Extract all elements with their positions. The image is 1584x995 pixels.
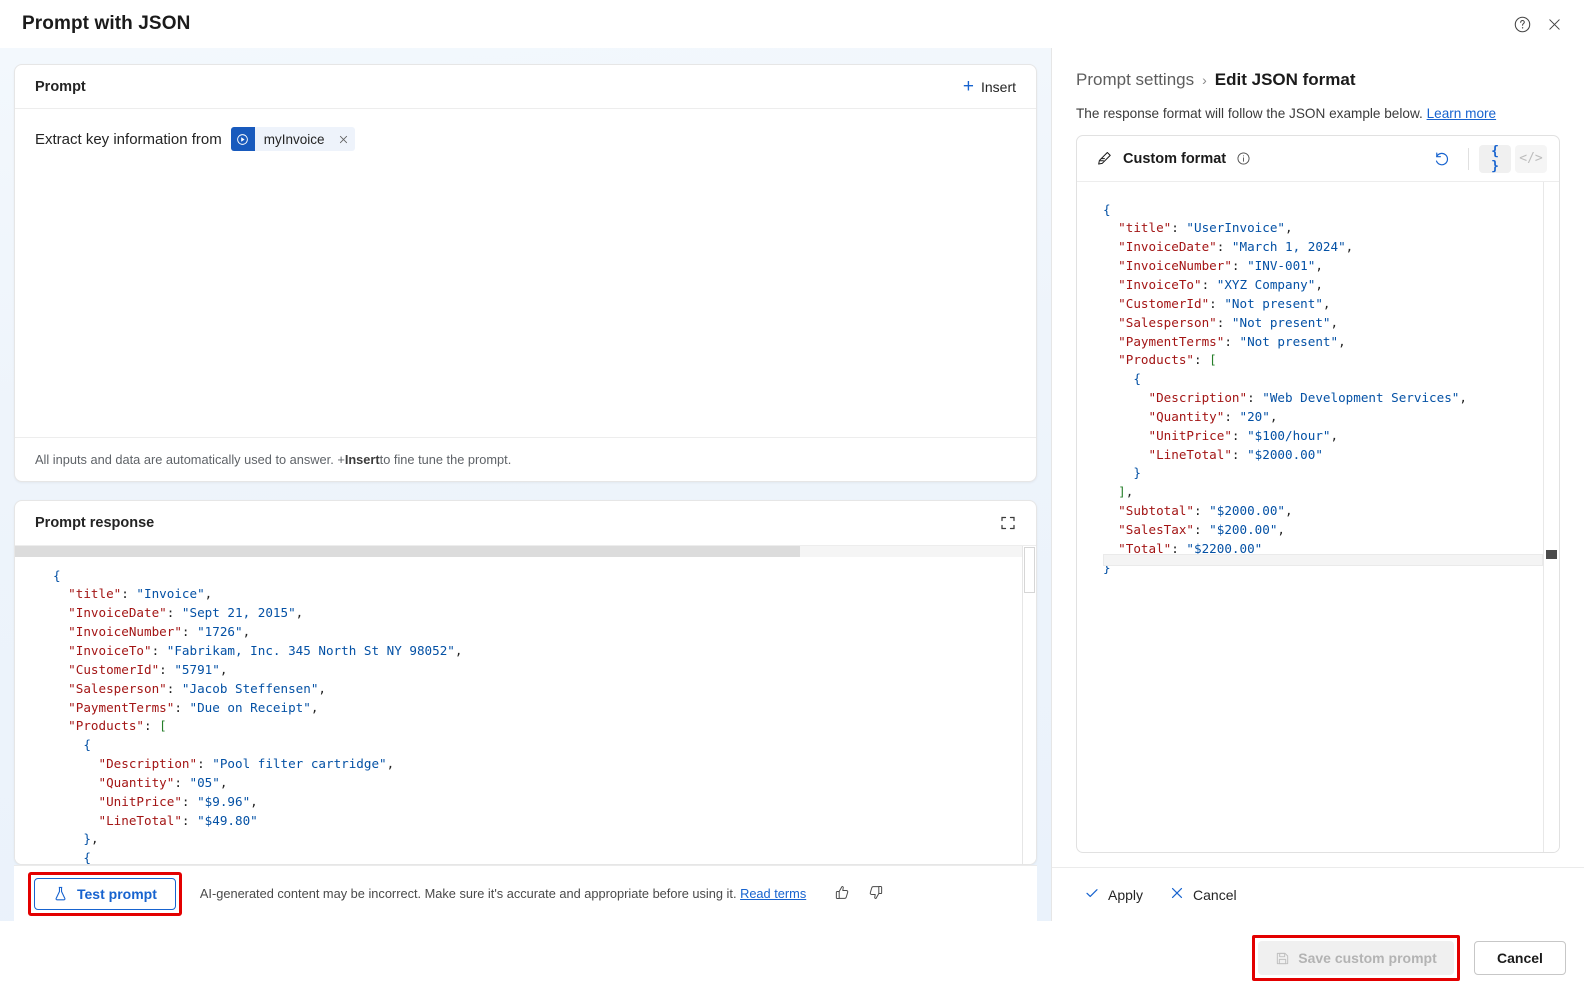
thumbs-up-icon[interactable]: [834, 884, 851, 904]
prompt-card-title: Prompt: [35, 78, 86, 95]
breadcrumb-separator: ›: [1202, 72, 1207, 88]
insert-button-label: Insert: [980, 78, 1016, 95]
prompt-response-card: Prompt response {"title": "Invoice", "I…: [14, 500, 1037, 865]
toolbar-divider: [1468, 147, 1469, 170]
test-prompt-button[interactable]: Test prompt: [34, 877, 176, 910]
code-view-button[interactable]: </>: [1515, 144, 1547, 173]
left-footer-bar: Test prompt AI-generated content may be …: [14, 865, 1037, 921]
prompt-response-title: Prompt response: [35, 515, 155, 531]
feedback-icons: [834, 884, 884, 904]
prompt-card: Prompt + Insert Extract key information …: [14, 64, 1037, 482]
help-icon[interactable]: [1506, 8, 1538, 40]
custom-format-horizontal-scrollbar[interactable]: [1103, 554, 1543, 566]
right-description-text: The response format will follow the JSON…: [1076, 106, 1423, 121]
flask-icon: [55, 886, 66, 900]
response-vscroll-thumb[interactable]: [1024, 547, 1035, 593]
page-title: Prompt with JSON: [22, 13, 191, 34]
dialog-body: Prompt + Insert Extract key information …: [0, 48, 1584, 921]
save-disk-icon: [1275, 951, 1290, 966]
prompt-editor-area[interactable]: Extract key information from myInvoice: [15, 109, 1036, 437]
cancel-json-button[interactable]: Cancel: [1161, 879, 1245, 911]
right-pane-actions: Apply Cancel: [1052, 867, 1584, 921]
prompt-response-header: Prompt response: [15, 501, 1036, 545]
custom-format-vertical-scrollbar[interactable]: [1543, 182, 1559, 852]
custom-format-panel: Custom format {} </> {"title": "UserIn…: [1076, 135, 1560, 853]
custom-format-header: Custom format {} </>: [1077, 136, 1559, 182]
breadcrumb-parent[interactable]: Prompt settings: [1076, 70, 1194, 90]
prompt-footnote-suffix: to fine tune the prompt.: [379, 452, 512, 467]
ai-disclaimer-text: AI-generated content may be incorrect. M…: [199, 886, 737, 901]
prompt-footnote-bold: Insert: [344, 452, 380, 467]
prompt-token-pill[interactable]: myInvoice: [230, 127, 355, 151]
breadcrumb-current: Edit JSON format: [1214, 70, 1356, 89]
right-pane-description: The response format will follow the JSON…: [1052, 106, 1584, 135]
insert-button[interactable]: + Insert: [953, 72, 1026, 102]
prompt-with-json-dialog: Prompt with JSON Prompt + Insert Extract…: [0, 0, 1584, 995]
thumbs-down-icon[interactable]: [867, 884, 884, 904]
custom-format-editor[interactable]: { "title": "UserInvoice", "InvoiceDate":…: [1077, 182, 1559, 852]
reset-icon[interactable]: [1426, 143, 1458, 175]
prompt-token-label: myInvoice: [263, 131, 325, 147]
test-prompt-highlight-box: Test prompt: [28, 871, 182, 916]
prompt-card-header: Prompt + Insert: [15, 65, 1036, 109]
response-vertical-scrollbar[interactable]: [1022, 546, 1036, 864]
json-view-button[interactable]: { }: [1479, 144, 1511, 174]
file-token-icon: [230, 127, 255, 151]
dialog-titlebar: Prompt with JSON: [0, 0, 1584, 48]
edit-pen-icon: [1095, 150, 1113, 168]
right-pane: Prompt settings › Edit JSON format The r…: [1051, 48, 1584, 921]
cancel-x-icon: [1169, 885, 1185, 904]
save-custom-prompt-button[interactable]: Save custom prompt: [1258, 941, 1454, 975]
apply-button[interactable]: Apply: [1076, 879, 1151, 911]
custom-format-code-container: { "title": "UserInvoice", "InvoiceDate":…: [1077, 188, 1543, 852]
close-icon[interactable]: [1538, 8, 1570, 40]
prompt-lead-text: Extract key information from: [35, 130, 222, 148]
ai-disclaimer: AI-generated content may be incorrect. M…: [200, 884, 884, 904]
custom-format-title: Custom format: [1123, 150, 1227, 167]
apply-button-label: Apply: [1108, 886, 1144, 903]
check-icon: [1084, 885, 1100, 904]
cancel-json-label: Cancel: [1193, 886, 1237, 903]
left-pane: Prompt + Insert Extract key information …: [0, 48, 1051, 921]
remove-token-icon[interactable]: [333, 127, 355, 151]
info-icon[interactable]: [1236, 151, 1251, 166]
dialog-bottom-bar: Save custom prompt Cancel: [0, 921, 1584, 995]
save-custom-prompt-label: Save custom prompt: [1298, 950, 1437, 966]
prompt-response-body: { "title": "Invoice", "InvoiceDate": "Se…: [15, 545, 1036, 864]
plus-icon: +: [962, 76, 974, 97]
response-json-code: { "title": "Invoice", "InvoiceDate": "Se…: [53, 567, 463, 864]
learn-more-link[interactable]: Learn more: [1427, 106, 1497, 121]
read-terms-link[interactable]: Read terms: [740, 886, 806, 901]
prompt-text-line: Extract key information from myInvoice: [35, 127, 1016, 151]
custom-format-json-code: { "title": "UserInvoice", "InvoiceDate":…: [1103, 201, 1467, 575]
test-prompt-label: Test prompt: [77, 885, 157, 902]
prompt-card-footnote: All inputs and data are automatically us…: [15, 437, 1036, 481]
save-button-highlight-box: Save custom prompt: [1252, 935, 1460, 981]
expand-icon[interactable]: [992, 507, 1024, 539]
dialog-cancel-button[interactable]: Cancel: [1474, 941, 1566, 975]
prompt-footnote-prefix: All inputs and data are automatically us…: [35, 452, 345, 467]
custom-format-vscroll-thumb[interactable]: [1546, 550, 1557, 559]
response-code-container: { "title": "Invoice", "InvoiceDate": "Se…: [15, 546, 1022, 864]
breadcrumb: Prompt settings › Edit JSON format: [1052, 48, 1584, 106]
